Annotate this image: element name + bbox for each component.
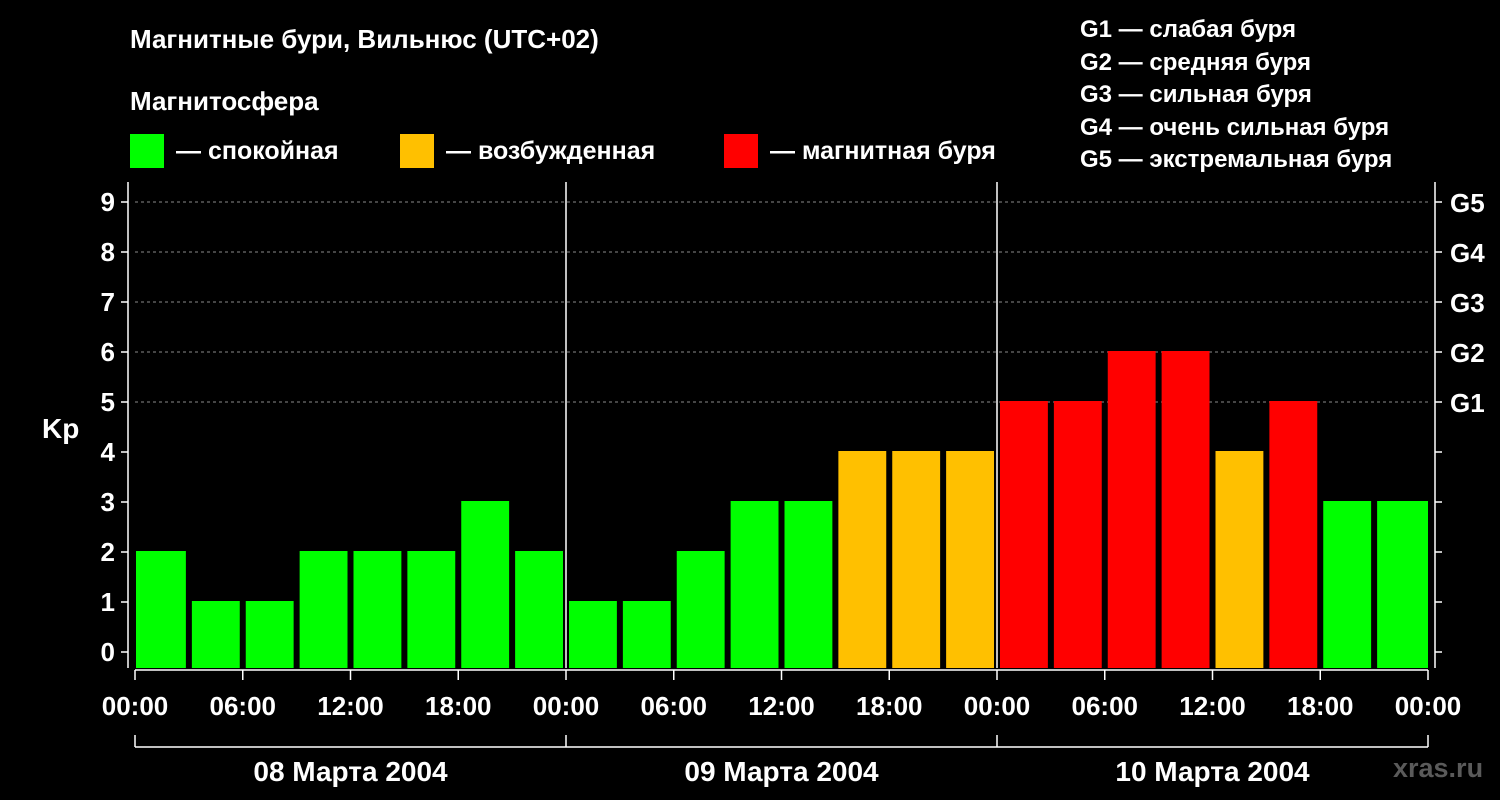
kp-bar — [1107, 351, 1156, 668]
x-tick-label: 12:00 — [1179, 691, 1246, 721]
kp-bar — [892, 451, 941, 668]
y-tick-label: 5 — [101, 387, 115, 417]
x-tick-label: 18:00 — [1287, 691, 1354, 721]
kp-bar — [1053, 401, 1102, 668]
kp-bar — [461, 501, 510, 668]
kp-bar — [299, 551, 348, 668]
kp-bar — [1269, 401, 1318, 668]
kp-bar — [1323, 501, 1372, 668]
kp-bar — [1161, 351, 1210, 668]
g-level-label: G1 — [1450, 388, 1485, 418]
kp-bar — [838, 451, 887, 668]
watermark: xras.ru — [1393, 753, 1484, 783]
kp-bar — [191, 601, 240, 668]
x-tick-label: 06:00 — [1072, 691, 1139, 721]
y-tick-label: 8 — [101, 237, 115, 267]
kp-bar — [245, 601, 294, 668]
y-axis-label: Kp — [42, 413, 79, 444]
kp-bar — [1000, 401, 1048, 668]
x-tick-label: 06:00 — [641, 691, 708, 721]
y-tick-label: 0 — [101, 637, 115, 667]
x-tick-label: 00:00 — [964, 691, 1031, 721]
kp-bar — [622, 601, 671, 668]
day-label: 10 Марта 2004 — [1115, 756, 1310, 787]
kp-bar — [1377, 501, 1428, 668]
x-tick-label: 18:00 — [856, 691, 923, 721]
g-level-label: G5 — [1450, 188, 1485, 218]
kp-bar — [730, 501, 779, 668]
kp-bar — [784, 501, 833, 668]
x-tick-label: 12:00 — [748, 691, 815, 721]
kp-bar — [136, 551, 186, 668]
kp-bar — [515, 551, 563, 668]
x-tick-label: 00:00 — [1395, 691, 1462, 721]
g-level-label: G3 — [1450, 288, 1485, 318]
kp-bar — [1215, 451, 1264, 668]
day-label: 08 Марта 2004 — [253, 756, 448, 787]
x-tick-label: 00:00 — [102, 691, 169, 721]
x-tick-label: 06:00 — [210, 691, 277, 721]
y-tick-label: 4 — [101, 437, 116, 467]
y-tick-label: 9 — [101, 187, 115, 217]
kp-bar-chart: 0 1 2 3 4 5 6 7 8 9 G1 G2 G3 G4 G5 Kp 00:00 06:00 12:00 18:… — [42, 182, 1485, 787]
x-tick-label: 00:00 — [533, 691, 600, 721]
day-label: 09 Марта 2004 — [684, 756, 879, 787]
x-tick-label: 12:00 — [317, 691, 384, 721]
y-tick-label: 2 — [101, 537, 115, 567]
y-tick-label: 6 — [101, 337, 115, 367]
kp-bar — [407, 551, 456, 668]
kp-bar — [676, 551, 725, 668]
y-tick-label: 3 — [101, 487, 115, 517]
y-tick-label: 7 — [101, 287, 115, 317]
kp-bar — [569, 601, 617, 668]
g-level-label: G4 — [1450, 238, 1485, 268]
g-level-label: G2 — [1450, 338, 1485, 368]
x-tick-label: 18:00 — [425, 691, 492, 721]
kp-bar — [353, 551, 402, 668]
kp-bar — [946, 451, 994, 668]
y-tick-label: 1 — [101, 587, 115, 617]
